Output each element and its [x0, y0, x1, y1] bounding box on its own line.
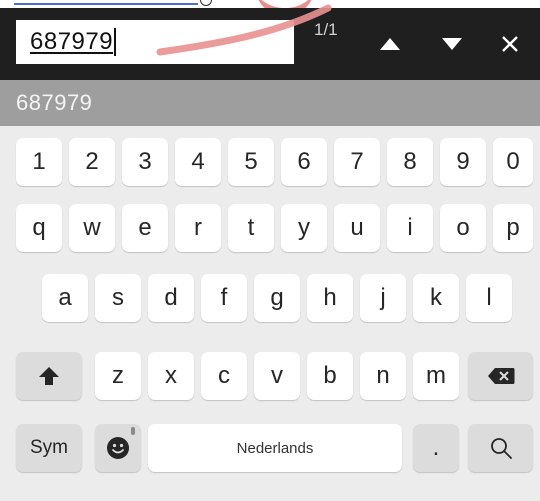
key-a[interactable]: a	[42, 274, 88, 322]
key-b[interactable]: b	[307, 352, 353, 400]
key-r[interactable]: r	[175, 204, 221, 252]
key-x[interactable]: x	[148, 352, 194, 400]
key-v[interactable]: v	[254, 352, 300, 400]
key-w[interactable]: w	[69, 204, 115, 252]
key-5[interactable]: 5	[228, 138, 274, 186]
mic-icon	[131, 427, 135, 435]
key-y[interactable]: y	[281, 204, 327, 252]
on-screen-keyboard: 1 2 3 4 5 6 7 8 9 0 q w e r t y u i o p …	[0, 126, 540, 501]
screen: 687979 1/1 687979 1 2 3 4 5 6 7 8 9 0 q …	[0, 0, 540, 501]
find-input[interactable]: 687979	[16, 4, 332, 64]
close-icon	[502, 36, 518, 52]
key-z[interactable]: z	[95, 352, 141, 400]
find-query-text: 687979	[30, 28, 114, 55]
search-icon	[490, 438, 512, 459]
bottom-row: Sym Nederlands .	[0, 424, 540, 476]
arrow-up-icon	[380, 38, 400, 50]
key-j[interactable]: j	[360, 274, 406, 322]
key-u[interactable]: u	[334, 204, 380, 252]
key-n[interactable]: n	[360, 352, 406, 400]
key-e[interactable]: e	[122, 204, 168, 252]
key-q[interactable]: q	[16, 204, 62, 252]
emoji-icon	[107, 437, 129, 459]
key-t[interactable]: t	[228, 204, 274, 252]
letter-row-2: a s d f g h j k l	[0, 274, 540, 326]
key-o[interactable]: o	[440, 204, 486, 252]
key-g[interactable]: g	[254, 274, 300, 322]
number-row: 1 2 3 4 5 6 7 8 9 0	[0, 138, 540, 190]
suggestion-strip: 687979	[0, 80, 540, 126]
key-1[interactable]: 1	[16, 138, 62, 186]
find-in-page-bar: 687979 1/1	[0, 4, 540, 80]
key-d[interactable]: d	[148, 274, 194, 322]
key-k[interactable]: k	[413, 274, 459, 322]
key-2[interactable]: 2	[69, 138, 115, 186]
key-l[interactable]: l	[466, 274, 512, 322]
previous-match-button[interactable]	[374, 30, 406, 58]
key-9[interactable]: 9	[440, 138, 486, 186]
key-f[interactable]: f	[201, 274, 247, 322]
backspace-icon	[487, 368, 514, 384]
emoji-key[interactable]	[95, 424, 141, 472]
key-0[interactable]: 0	[493, 138, 533, 186]
key-m[interactable]: m	[413, 352, 459, 400]
match-count: 1/1	[314, 20, 338, 39]
key-i[interactable]: i	[387, 204, 433, 252]
key-4[interactable]: 4	[175, 138, 221, 186]
key-7[interactable]: 7	[334, 138, 380, 186]
space-key[interactable]: Nederlands	[148, 424, 402, 472]
shift-icon	[39, 367, 59, 385]
backspace-key[interactable]	[468, 352, 533, 400]
key-p[interactable]: p	[493, 204, 533, 252]
key-h[interactable]: h	[307, 274, 353, 322]
sym-key[interactable]: Sym	[16, 424, 82, 472]
suggestion-item[interactable]: 687979	[16, 90, 92, 116]
next-match-button[interactable]	[436, 30, 468, 58]
shift-key[interactable]	[16, 352, 82, 400]
letter-row-1: q w e r t y u i o p	[0, 204, 540, 256]
search-key[interactable]	[468, 424, 533, 472]
key-s[interactable]: s	[95, 274, 141, 322]
key-c[interactable]: c	[201, 352, 247, 400]
annotation-stroke	[156, 4, 332, 56]
close-find-button[interactable]	[494, 30, 526, 58]
text-caret	[114, 28, 117, 56]
arrow-down-icon	[442, 38, 462, 50]
key-8[interactable]: 8	[387, 138, 433, 186]
key-3[interactable]: 3	[122, 138, 168, 186]
letter-row-3: z x c v b n m	[0, 352, 540, 404]
key-6[interactable]: 6	[281, 138, 327, 186]
period-key[interactable]: .	[413, 424, 459, 472]
